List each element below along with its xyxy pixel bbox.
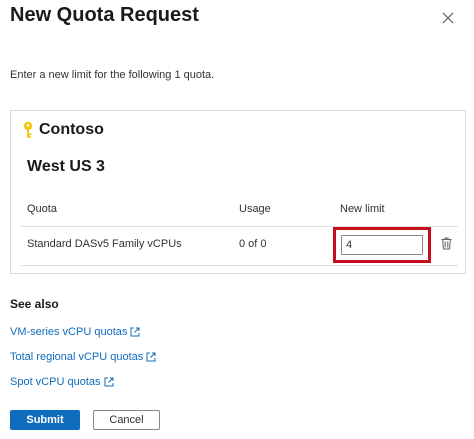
key-icon	[23, 121, 33, 138]
cancel-button[interactable]: Cancel	[93, 410, 160, 430]
account-header: Contoso	[21, 121, 104, 139]
column-header-quota: Quota	[27, 203, 57, 215]
account-name: Contoso	[39, 121, 104, 138]
delete-quota-button[interactable]	[439, 235, 453, 251]
external-link-icon	[146, 352, 156, 362]
link-label: VM-series vCPU quotas	[10, 326, 128, 338]
new-limit-input[interactable]	[341, 235, 423, 255]
region-name: West US 3	[27, 158, 105, 175]
column-header-usage: Usage	[239, 203, 271, 215]
link-label: Spot vCPU quotas	[10, 376, 101, 388]
link-label: Total regional vCPU quotas	[10, 351, 144, 363]
new-limit-highlight	[333, 227, 431, 263]
close-icon	[442, 12, 454, 24]
link-spot-vcpu-quotas[interactable]: Spot vCPU quotas	[10, 376, 114, 388]
link-vm-series-vcpu-quotas[interactable]: VM-series vCPU quotas	[10, 326, 140, 338]
new-quota-request-panel: New Quota Request Enter a new limit for …	[0, 0, 474, 439]
trash-icon	[441, 237, 451, 249]
see-also-heading: See also	[10, 297, 59, 311]
quota-name-cell: Standard DASv5 Family vCPUs	[27, 238, 182, 250]
submit-button[interactable]: Submit	[10, 410, 80, 430]
close-button[interactable]	[436, 6, 460, 30]
usage-cell: 0 of 0	[239, 238, 267, 250]
row-divider	[21, 265, 458, 266]
link-total-regional-vcpu-quotas[interactable]: Total regional vCPU quotas	[10, 351, 156, 363]
external-link-icon	[104, 377, 113, 387]
external-link-icon	[130, 327, 140, 337]
intro-text: Enter a new limit for the following 1 qu…	[10, 69, 215, 81]
quota-card: Contoso West US 3 Quota Usage New limit …	[10, 110, 466, 274]
column-header-new-limit: New limit	[340, 203, 385, 215]
panel-title: New Quota Request	[10, 4, 199, 26]
